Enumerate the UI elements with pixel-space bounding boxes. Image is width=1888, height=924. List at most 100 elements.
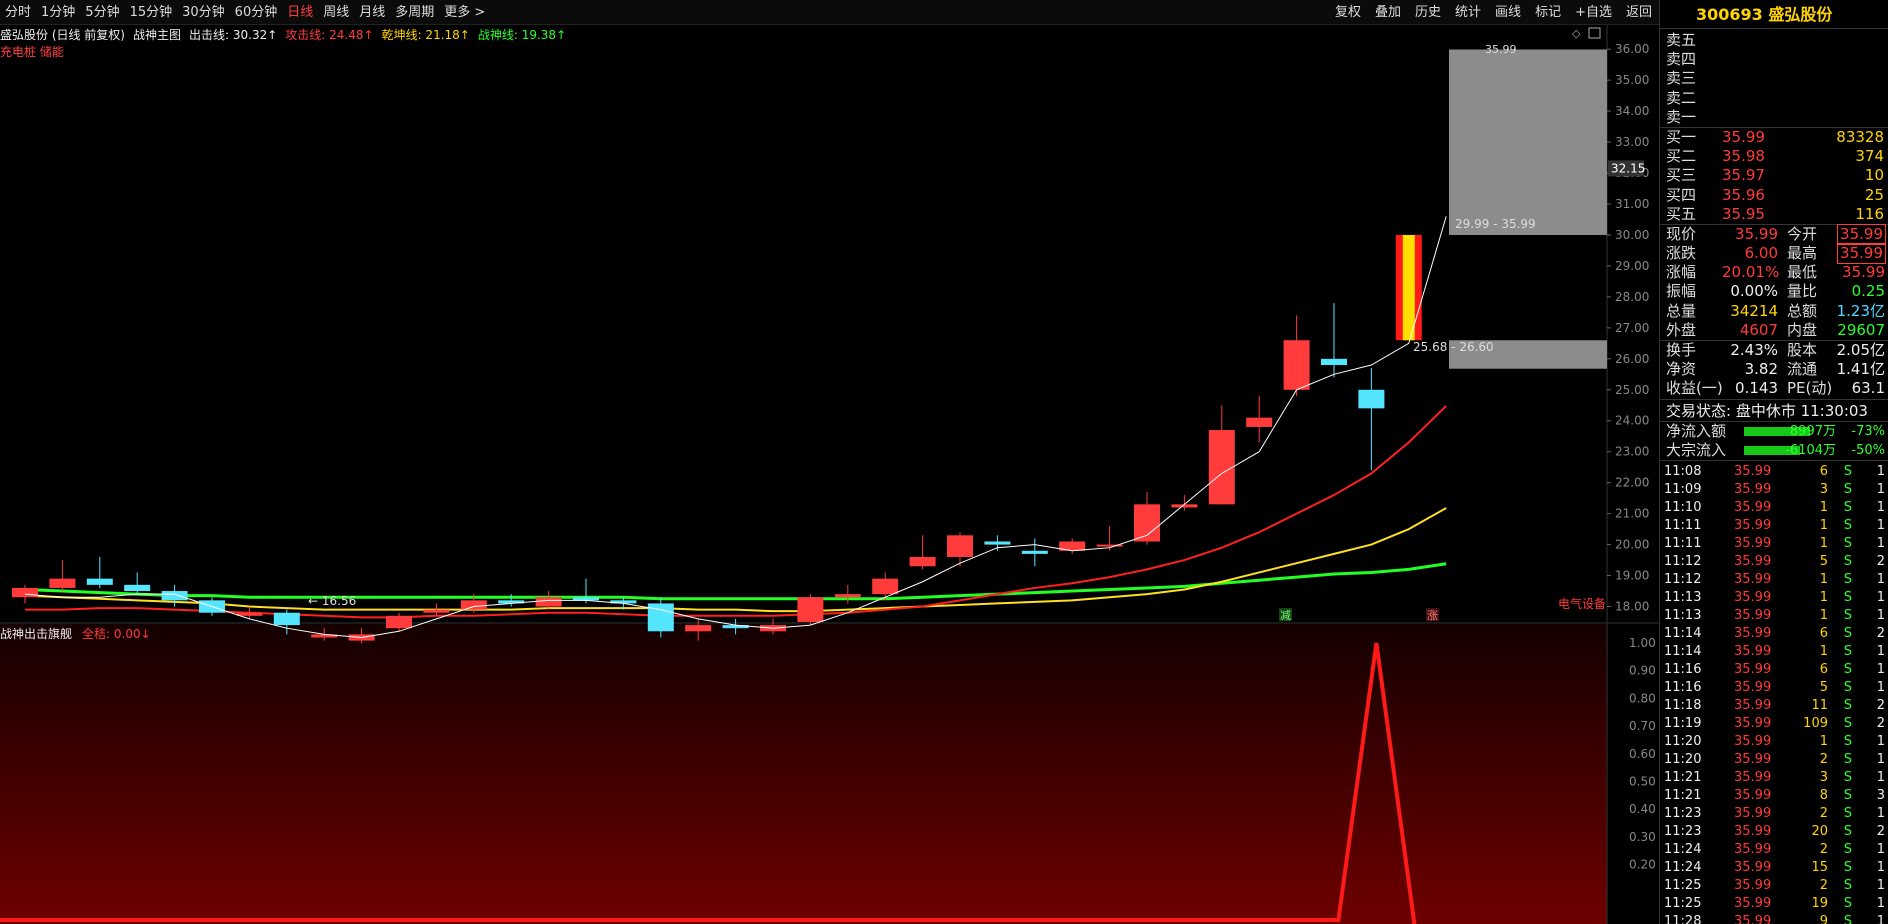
stat-value: 4607 bbox=[1739, 320, 1778, 339]
candle-body[interactable] bbox=[236, 612, 263, 616]
candle-body[interactable] bbox=[1321, 358, 1347, 366]
period-tab-6[interactable]: 日线 bbox=[282, 0, 318, 25]
toolbar-action-1[interactable]: 叠加 bbox=[1368, 0, 1408, 25]
period-tab-5[interactable]: 60分钟 bbox=[230, 0, 283, 25]
tick-row: 11:12 35.99 5 S 2 bbox=[1660, 553, 1888, 571]
toolbar-action-3[interactable]: 统计 bbox=[1448, 0, 1488, 25]
fund-label: 换手 bbox=[1666, 341, 1697, 359]
candle-body[interactable] bbox=[872, 578, 899, 595]
stat-label: 内盘 bbox=[1787, 320, 1818, 339]
ask-level-row[interactable]: 卖一 bbox=[1660, 108, 1888, 127]
tick-volume: 3 bbox=[1819, 769, 1828, 785]
toolbar-action-7[interactable]: 返回 bbox=[1619, 0, 1659, 25]
candle-body[interactable] bbox=[49, 578, 76, 588]
tick-list[interactable]: 11:08 35.99 6 S 1 11:09 35.99 3 S 1 11:10 35.99 1 S 1 1… bbox=[1660, 461, 1888, 924]
candle-body[interactable] bbox=[535, 597, 562, 607]
tick-time: 11:09 bbox=[1664, 481, 1702, 497]
tick-count: 1 bbox=[1876, 805, 1885, 821]
tick-row: 11:24 35.99 15 S 1 bbox=[1660, 859, 1888, 877]
period-tab-2[interactable]: 5分钟 bbox=[80, 0, 124, 25]
candle-body[interactable] bbox=[460, 600, 487, 610]
expand-icon[interactable]: ◇ bbox=[1572, 27, 1581, 40]
tick-time: 11:12 bbox=[1664, 553, 1702, 569]
toolbar-action-6[interactable]: +自选 bbox=[1568, 0, 1619, 25]
bid-level-row[interactable]: 买一 35.99 83328 bbox=[1660, 128, 1888, 147]
candle-body[interactable] bbox=[273, 612, 300, 626]
period-tab-7[interactable]: 周线 bbox=[318, 0, 354, 25]
candle-body[interactable] bbox=[984, 541, 1011, 545]
indicator-name[interactable]: 战神主图 bbox=[133, 26, 181, 43]
tick-side: S bbox=[1843, 823, 1852, 839]
candle-body[interactable] bbox=[797, 597, 824, 622]
main-indicator-legend: 盛弘股份 (日线 前复权) 战神主图 出击线: 30.32↑ 攻击线: 24.4… bbox=[0, 25, 574, 43]
toolbar-action-5[interactable]: 标记 bbox=[1528, 0, 1568, 25]
ask-level-label: 卖三 bbox=[1666, 69, 1697, 88]
period-tab-3[interactable]: 15分钟 bbox=[125, 0, 178, 25]
sector-label: 电气设备 bbox=[1558, 596, 1606, 611]
sub-indicator-name[interactable]: 战神出击旗舰 bbox=[0, 625, 72, 642]
candle-body[interactable] bbox=[386, 615, 412, 629]
bid-level-row[interactable]: 买三 35.97 10 bbox=[1660, 166, 1888, 185]
tick-row: 11:23 35.99 20 S 2 bbox=[1660, 823, 1888, 841]
period-tab-4[interactable]: 30分钟 bbox=[177, 0, 230, 25]
candle-body[interactable] bbox=[1283, 340, 1310, 390]
candle-body[interactable] bbox=[86, 578, 113, 585]
candle-body[interactable] bbox=[834, 594, 861, 598]
stock-title[interactable]: 盛弘股份 (日线 前复权) bbox=[0, 26, 125, 43]
candle-body[interactable] bbox=[947, 535, 973, 557]
period-tab-1[interactable]: 1分钟 bbox=[36, 0, 80, 25]
tick-price: 35.99 bbox=[1734, 823, 1772, 839]
ask-level-row[interactable]: 卖二 bbox=[1660, 89, 1888, 108]
fund-label: 净资 bbox=[1666, 360, 1697, 379]
period-tab-0[interactable]: 分时 bbox=[0, 0, 36, 25]
ask-level-row[interactable]: 卖五 bbox=[1660, 31, 1888, 50]
tick-price: 35.99 bbox=[1734, 913, 1772, 924]
sub-y-tick-label: 0.20 bbox=[1629, 858, 1656, 872]
bid-level-row[interactable]: 买四 35.96 25 bbox=[1660, 186, 1888, 205]
candle-body[interactable] bbox=[685, 625, 712, 632]
candle-body[interactable] bbox=[161, 591, 188, 601]
period-tab-8[interactable]: 月线 bbox=[354, 0, 390, 25]
candle-body-highlight bbox=[1402, 234, 1415, 341]
candle-body[interactable] bbox=[423, 609, 450, 613]
stat-value: 35.99 bbox=[1842, 263, 1885, 282]
kline-svg[interactable]: 36.0035.0034.0033.0032.0031.0030.0029.00… bbox=[0, 0, 1659, 924]
period-tabs: 分时 1分钟 5分钟 15分钟 30分钟 60分钟 日线 周线 月线 多周期 更多 > bbox=[0, 0, 490, 25]
tick-price: 35.99 bbox=[1734, 463, 1772, 479]
tick-side: S bbox=[1843, 481, 1852, 497]
tick-count: 1 bbox=[1876, 481, 1885, 497]
flow-label: 净流入额 bbox=[1666, 421, 1727, 440]
ask-level-row[interactable]: 卖三 bbox=[1660, 69, 1888, 88]
fund-value: 2.43% bbox=[1730, 341, 1778, 359]
tick-count: 1 bbox=[1876, 571, 1885, 587]
candle-body[interactable] bbox=[1358, 389, 1385, 409]
tick-count: 1 bbox=[1876, 535, 1885, 551]
stat-value: 29607 bbox=[1837, 320, 1885, 339]
ask-level-row[interactable]: 卖四 bbox=[1660, 50, 1888, 69]
candle-body[interactable] bbox=[12, 587, 38, 598]
tick-row: 11:23 35.99 2 S 1 bbox=[1660, 805, 1888, 823]
sub-y-tick-label: 0.60 bbox=[1629, 747, 1656, 761]
candle-body[interactable] bbox=[909, 556, 936, 567]
tick-row: 11:11 35.99 1 S 1 bbox=[1660, 535, 1888, 553]
tick-volume: 1 bbox=[1819, 607, 1828, 623]
tick-row: 11:21 35.99 8 S 3 bbox=[1660, 787, 1888, 805]
toolbar-action-4[interactable]: 画线 bbox=[1488, 0, 1528, 25]
bid-level-row[interactable]: 买五 35.95 116 bbox=[1660, 205, 1888, 224]
candle-body[interactable] bbox=[124, 584, 151, 592]
candle-body[interactable] bbox=[1208, 430, 1235, 505]
candle-body[interactable] bbox=[1246, 417, 1273, 427]
period-tab-9[interactable]: 多周期 bbox=[390, 0, 439, 25]
kline-chart-area[interactable]: 36.0035.0034.0033.0032.0031.0030.0029.00… bbox=[0, 0, 1659, 924]
toolbar-action-0[interactable]: 复权 bbox=[1328, 0, 1368, 25]
tick-time: 11:23 bbox=[1664, 805, 1702, 821]
candle-body[interactable] bbox=[1134, 504, 1160, 542]
tick-row: 11:13 35.99 1 S 1 bbox=[1660, 607, 1888, 625]
toolbar-action-2[interactable]: 历史 bbox=[1408, 0, 1448, 25]
bid-level-row[interactable]: 买二 35.98 374 bbox=[1660, 147, 1888, 166]
sub-y-tick-label: 0.40 bbox=[1629, 802, 1656, 816]
candle-body[interactable] bbox=[1021, 550, 1048, 554]
stat-label: 振幅 bbox=[1666, 282, 1697, 301]
y-tick-label: 29.00 bbox=[1615, 259, 1649, 273]
period-tab-10[interactable]: 更多 > bbox=[439, 0, 490, 25]
